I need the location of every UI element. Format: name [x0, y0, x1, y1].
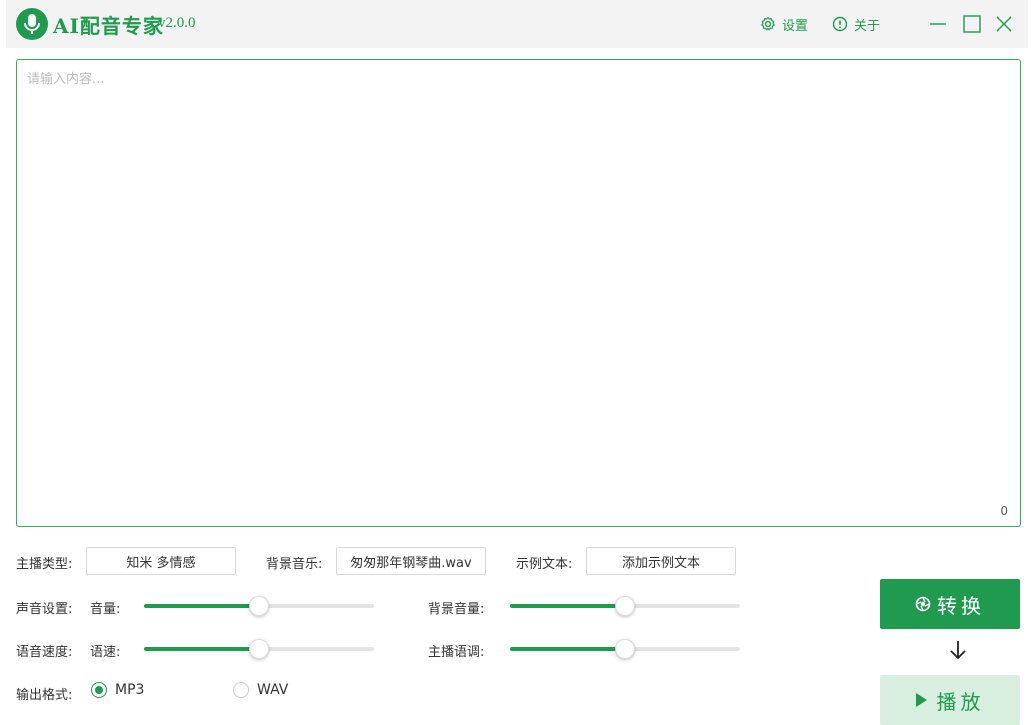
- title-bar: AI配音专家 v2.0.0 设置 关于: [6, 0, 1028, 48]
- gear-icon: [761, 16, 775, 31]
- bgm-selector[interactable]: 匆匆那年钢琴曲.wav: [336, 547, 486, 575]
- convert-button[interactable]: 转换: [880, 579, 1020, 629]
- app-title: AI配音专家: [53, 14, 164, 38]
- anchor-type-label: 主播类型:: [16, 557, 73, 572]
- about-label: 关于: [854, 18, 881, 34]
- speech-speed-label: 语音速度:: [16, 645, 73, 660]
- slider-fill: [144, 604, 259, 608]
- content-input[interactable]: [27, 68, 1007, 498]
- output-format-label: 输出格式:: [16, 688, 73, 703]
- speed-slider[interactable]: [144, 639, 374, 659]
- minimize-button[interactable]: [926, 12, 950, 36]
- volume-label: 音量:: [90, 602, 121, 617]
- maximize-button[interactable]: [960, 12, 984, 36]
- settings-label: 设置: [782, 18, 809, 34]
- pitch-label: 主播语调:: [428, 645, 485, 660]
- pitch-slider[interactable]: [510, 639, 740, 659]
- arrow-down-icon: [950, 641, 966, 660]
- format-option-mp3[interactable]: MP3: [91, 682, 144, 698]
- slider-fill: [510, 604, 625, 608]
- slider-thumb[interactable]: [249, 639, 269, 659]
- bgm-label: 背景音乐:: [266, 557, 323, 572]
- anchor-type-selector[interactable]: 知米 多情感: [86, 547, 236, 575]
- format-option-label: MP3: [115, 682, 145, 698]
- speed-label: 语速:: [90, 645, 121, 660]
- add-sample-text-button[interactable]: 添加示例文本: [586, 547, 736, 575]
- about-button[interactable]: 关于: [832, 14, 880, 34]
- close-icon: [996, 16, 1012, 32]
- radio-unselected-icon: [233, 682, 249, 698]
- slider-thumb[interactable]: [249, 596, 269, 616]
- settings-button[interactable]: 设置: [760, 14, 808, 34]
- microphone-logo-icon: [16, 8, 48, 40]
- sound-settings-label: 声音设置:: [16, 602, 73, 617]
- convert-label: 转换: [937, 593, 985, 618]
- slider-thumb[interactable]: [615, 596, 635, 616]
- format-option-wav[interactable]: WAV: [233, 682, 288, 698]
- maximize-icon: [963, 15, 981, 33]
- format-option-label: WAV: [257, 682, 289, 698]
- info-icon: [832, 16, 848, 32]
- slider-fill: [510, 647, 625, 651]
- radio-selected-icon: [91, 682, 107, 698]
- bg-volume-slider[interactable]: [510, 596, 740, 616]
- sample-text-label: 示例文本:: [516, 557, 573, 572]
- play-label: 播放: [936, 689, 985, 714]
- bg-volume-label: 背景音量:: [428, 602, 485, 617]
- play-icon: [915, 693, 927, 707]
- text-editor: 0: [16, 59, 1021, 527]
- aperture-icon: [915, 596, 931, 612]
- slider-fill: [144, 647, 259, 651]
- app-version: v2.0.0: [158, 15, 196, 31]
- minimize-icon: [930, 23, 946, 25]
- close-button[interactable]: [992, 12, 1016, 36]
- slider-thumb[interactable]: [615, 639, 635, 659]
- play-button[interactable]: 播放: [880, 675, 1020, 725]
- char-count: 0: [1000, 504, 1008, 518]
- volume-slider[interactable]: [144, 596, 374, 616]
